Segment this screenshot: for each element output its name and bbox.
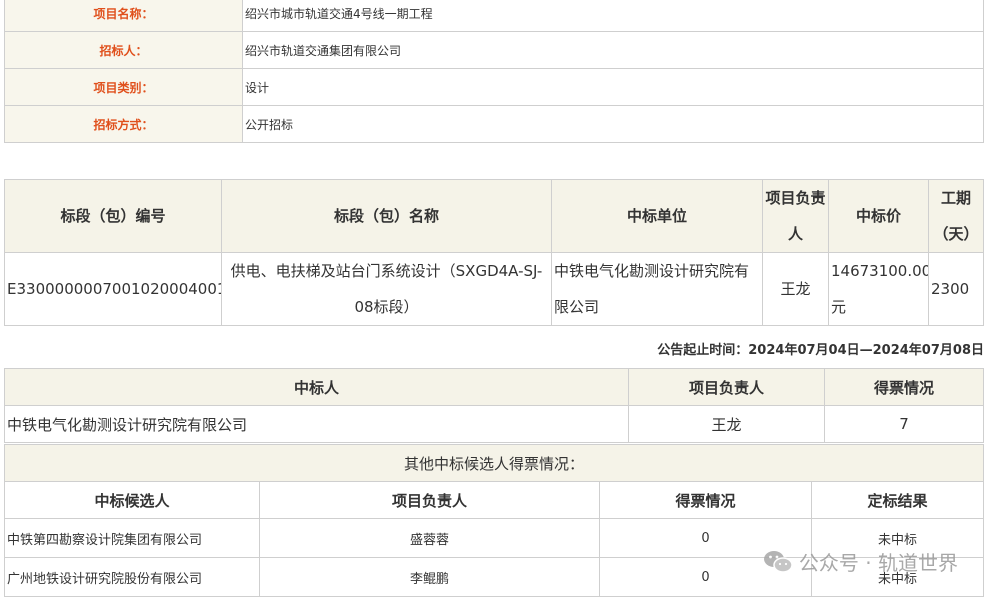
candidate-name: 中铁第四勘察设计院集团有限公司 [4, 518, 260, 558]
info-label: 招标人： [4, 31, 243, 69]
info-value: 公开招标 [242, 105, 984, 143]
winner-header-row: 中标人 项目负责人 得票情况 [4, 368, 984, 406]
wechat-icon [763, 549, 793, 575]
header-section-name: 标段（包）名称 [221, 179, 552, 253]
section-code: E3300000007001020004001 [4, 252, 222, 326]
info-row-project-name: 项目名称： 绍兴市城市轨道交通4号线一期工程 [4, 0, 984, 32]
winner-votes: 7 [824, 405, 984, 443]
section-name: 供电、电扶梯及站台门系统设计（SXGD4A-SJ-08标段） [221, 252, 552, 326]
table-row: E3300000007001020004001 供电、电扶梯及站台门系统设计（S… [4, 252, 984, 326]
others-title-row: 其他中标候选人得票情况： [4, 444, 984, 482]
watermark-text: 公众号 · 轨道世界 [798, 551, 958, 575]
header-votes: 得票情况 [824, 368, 984, 406]
project-manager: 王龙 [762, 252, 829, 326]
notice-period: 公告起止时间：2024年07月04日—2024年07月08日 [657, 343, 984, 358]
sections-table: 标段（包）编号 标段（包）名称 中标单位 项目负责人 中标价 工期（天） E33… [4, 179, 984, 326]
info-row-method: 招标方式： 公开招标 [4, 105, 984, 143]
winner-manager: 王龙 [628, 405, 825, 443]
header-winner: 中标人 [4, 368, 629, 406]
header-votes: 得票情况 [599, 481, 812, 519]
winner-name: 中铁电气化勘测设计研究院有限公司 [4, 405, 629, 443]
sections-header-row: 标段（包）编号 标段（包）名称 中标单位 项目负责人 中标价 工期（天） [4, 179, 984, 253]
header-manager: 项目负责人 [628, 368, 825, 406]
winning-price: 14673100.00元 [828, 252, 929, 326]
header-winning-price: 中标价 [828, 179, 929, 253]
header-winning-unit: 中标单位 [551, 179, 763, 253]
header-candidate: 中标候选人 [4, 481, 260, 519]
project-info-table: 项目名称： 绍兴市城市轨道交通4号线一期工程 招标人： 绍兴市轨道交通集团有限公… [4, 0, 984, 143]
others-title: 其他中标候选人得票情况： [4, 444, 984, 482]
header-project-manager: 项目负责人 [762, 179, 829, 253]
candidate-name: 广州地铁设计研究院股份有限公司 [4, 557, 260, 597]
info-row-category: 项目类别： 设计 [4, 68, 984, 106]
winner-table: 中标人 项目负责人 得票情况 中铁电气化勘测设计研究院有限公司 王龙 7 [4, 368, 984, 443]
table-row: 中铁电气化勘测设计研究院有限公司 王龙 7 [4, 405, 984, 443]
candidate-manager: 盛蓉蓉 [259, 518, 600, 558]
info-label: 招标方式： [4, 105, 243, 143]
info-value: 设计 [242, 68, 984, 106]
info-value: 绍兴市城市轨道交通4号线一期工程 [242, 0, 984, 32]
info-row-tenderer: 招标人： 绍兴市轨道交通集团有限公司 [4, 31, 984, 69]
others-header-row: 中标候选人 项目负责人 得票情况 定标结果 [4, 481, 984, 519]
watermark: 公众号 · 轨道世界 [763, 547, 958, 576]
header-section-code: 标段（包）编号 [4, 179, 222, 253]
info-value: 绍兴市轨道交通集团有限公司 [242, 31, 984, 69]
header-manager: 项目负责人 [259, 481, 600, 519]
duration: 2300 [928, 252, 984, 326]
info-label: 项目类别： [4, 68, 243, 106]
candidate-manager: 李鲲鹏 [259, 557, 600, 597]
header-result: 定标结果 [811, 481, 984, 519]
header-duration: 工期（天） [928, 179, 984, 253]
winning-unit: 中铁电气化勘测设计研究院有限公司 [551, 252, 763, 326]
info-label: 项目名称： [4, 0, 243, 32]
